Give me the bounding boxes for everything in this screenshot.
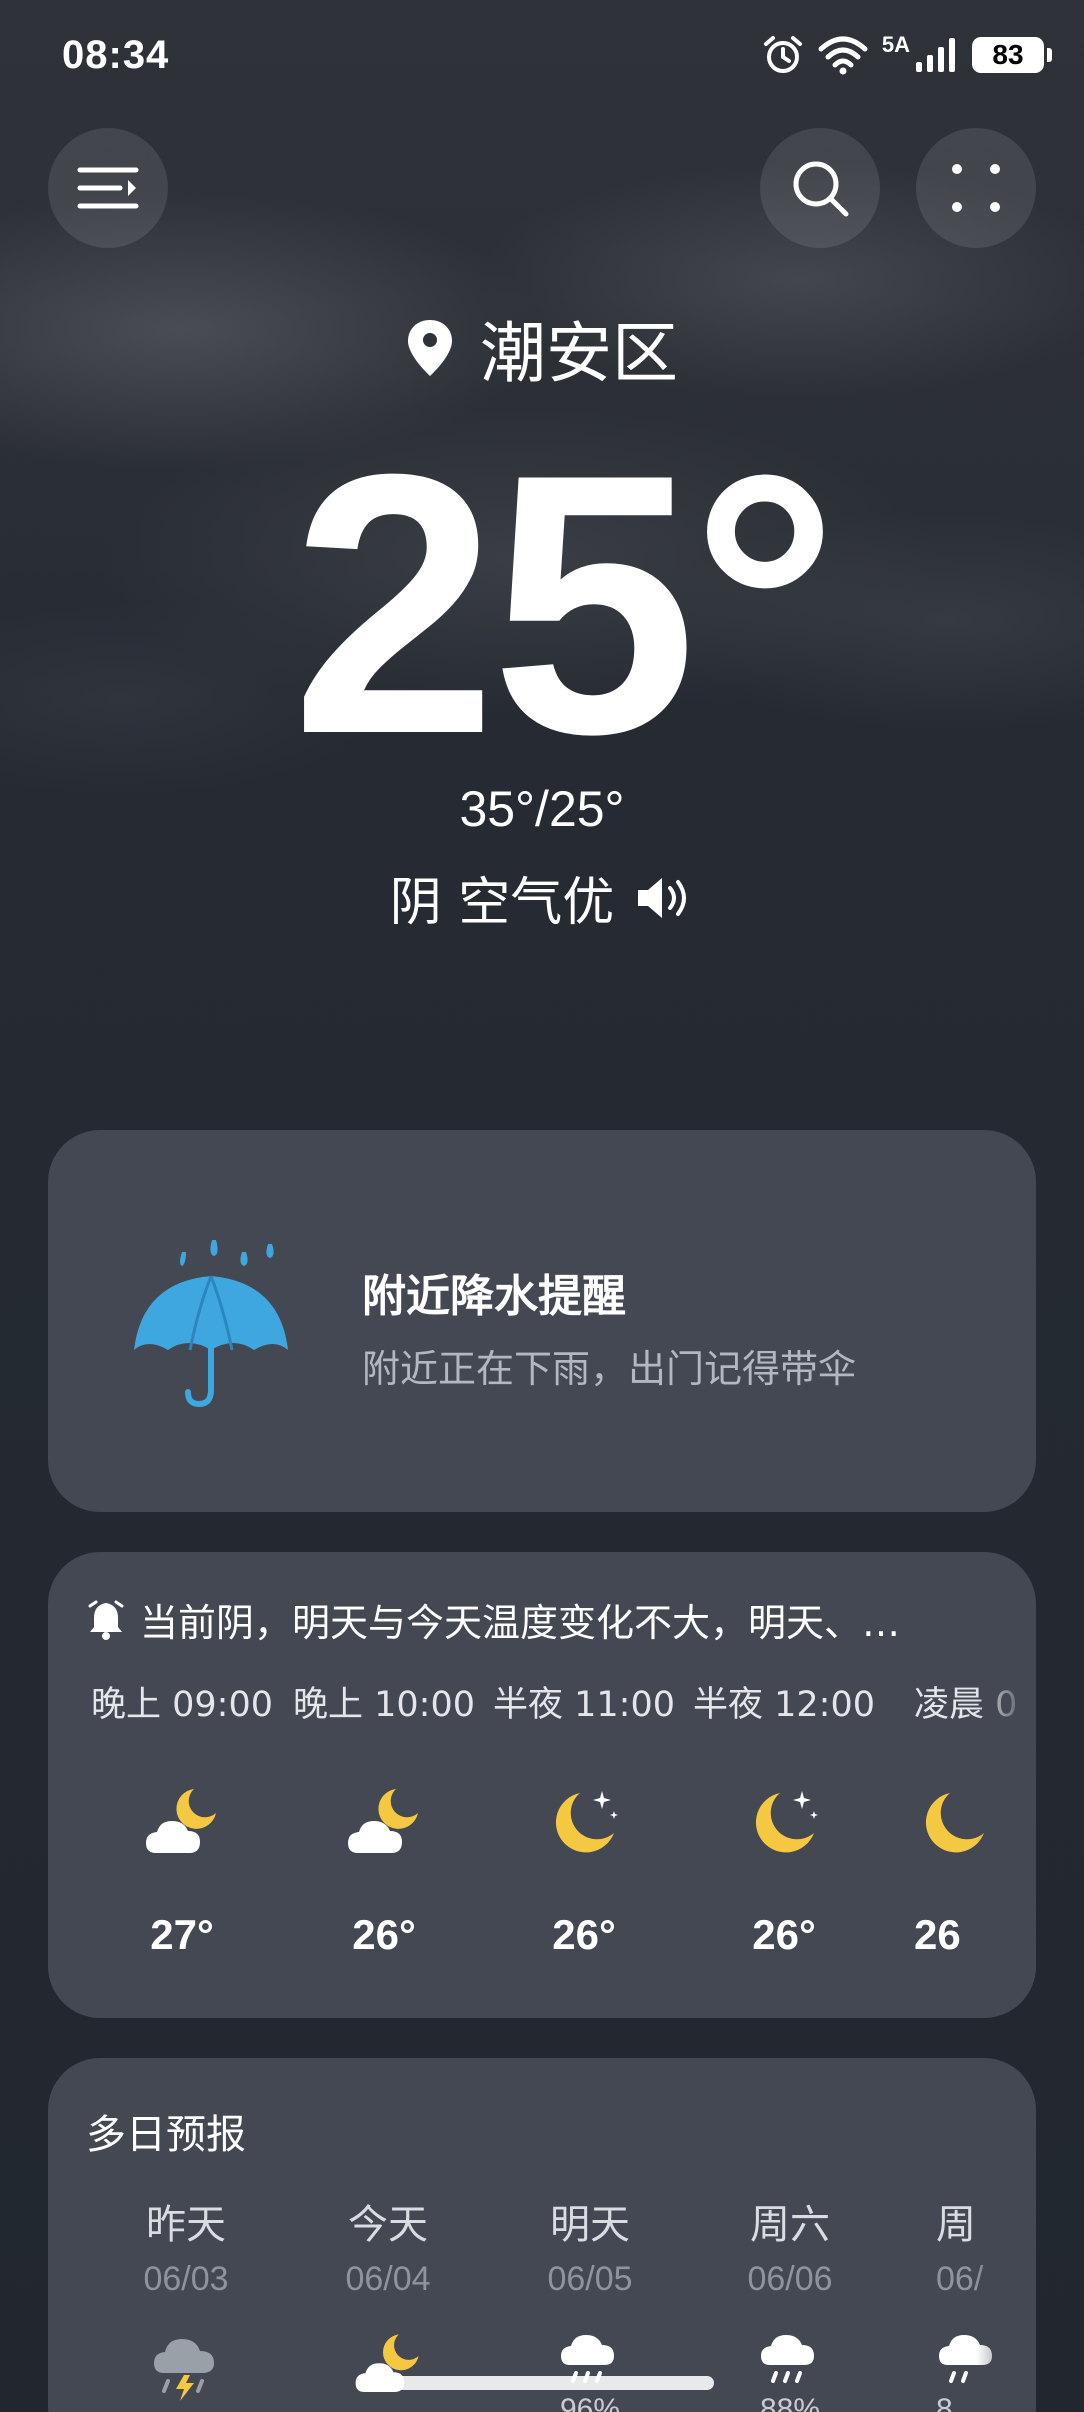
weather-condition: 阴 空气优	[0, 860, 1084, 935]
hour-time: 半夜 11:00	[493, 1685, 675, 1725]
hourly-item: 半夜 11:00 26°	[484, 1676, 684, 1959]
hour-time: 半夜 12:00	[693, 1685, 875, 1725]
day-date: 06/04	[345, 2260, 431, 2298]
daily-forecast-card[interactable]: 多日预报 昨天 06/03 今天 06/04 明天 06/05 96% 周六 0…	[48, 2058, 1036, 2412]
moon-star-icon	[555, 1791, 618, 1853]
battery-indicator: 83	[972, 37, 1052, 73]
alert-subtitle: 附近正在下雨，出门记得带伞	[362, 1347, 857, 1391]
rain-icon	[761, 2335, 814, 2383]
location-name: 潮安区	[480, 315, 678, 392]
bell-icon	[88, 1600, 124, 1640]
hour-temp: 26°	[352, 1911, 416, 1958]
wifi-icon	[818, 36, 868, 75]
hourly-summary-text: 当前阴，明天与今天温度变化不大，明天、…	[140, 1601, 901, 1645]
network-type-label: 5A	[881, 32, 910, 57]
current-temperature: 25°	[291, 398, 839, 811]
daily-item[interactable]: 昨天 06/03	[86, 2192, 286, 2401]
alert-title: 附近降水提醒	[362, 1271, 626, 1322]
moon-cloud-icon	[355, 2334, 419, 2392]
status-time: 08:34	[62, 32, 170, 77]
hour-temp: 27°	[150, 1911, 214, 1958]
umbrella-rain-icon	[134, 1240, 288, 1408]
day-name: 昨天	[146, 2202, 226, 2248]
home-indicator[interactable]	[370, 2376, 714, 2390]
condition-text: 阴 空气优	[389, 873, 615, 933]
hour-time: 晚上 09:00	[91, 1685, 273, 1725]
moon-cloud-icon	[348, 1789, 418, 1853]
hourly-item: 半夜 12:00 26°	[684, 1676, 884, 1959]
hourly-item: 晚上 10:00 26°	[284, 1676, 484, 1959]
hour-time: 晚上 10:00	[293, 1685, 475, 1725]
location-header[interactable]: 潮安区	[0, 300, 1084, 396]
hour-temp: 26°	[752, 1911, 816, 1958]
more-options-button[interactable]	[916, 128, 1036, 248]
hourly-forecast-card[interactable]: 当前阴，明天与今天温度变化不大，明天、… 晚上 09:00 27° 晚上 10:…	[48, 1552, 1036, 2018]
moon-star-icon	[755, 1791, 818, 1853]
day-name: 明天	[550, 2202, 630, 2248]
status-bar: 08:34 5A 83	[0, 0, 1084, 110]
day-date: 06/05	[547, 2260, 633, 2298]
search-icon	[793, 161, 849, 217]
day-name: 周六	[750, 2202, 830, 2248]
thunderstorm-icon	[154, 2339, 214, 2401]
day-precip-prob: 96%	[559, 2393, 621, 2412]
daily-item[interactable]: 今天 06/04	[288, 2192, 488, 2393]
daily-forecast-title: 多日预报	[86, 2112, 246, 2158]
menu-button[interactable]	[48, 128, 168, 248]
menu-icon	[77, 167, 139, 209]
hourly-summary: 当前阴，明天与今天温度变化不大，明天、…	[88, 1592, 1008, 1647]
hour-temp: 26°	[552, 1911, 616, 1958]
day-date: 06/06	[747, 2260, 833, 2298]
high-low-temperature: 35°/25°	[459, 781, 625, 837]
day-date: 06/03	[143, 2260, 229, 2298]
cell-signal-icon	[916, 38, 955, 72]
dots-grid-icon	[952, 164, 1000, 212]
search-button[interactable]	[760, 128, 880, 248]
scroll-fade	[976, 1662, 1036, 2002]
moon-cloud-icon	[146, 1789, 216, 1853]
scroll-fade	[976, 2178, 1036, 2412]
daily-item[interactable]: 周六 06/06 88%	[690, 2192, 890, 2412]
speaker-icon[interactable]	[634, 874, 694, 922]
precipitation-alert-card[interactable]: 附近降水提醒 附近正在下雨，出门记得带伞	[48, 1130, 1036, 1512]
day-name: 今天	[348, 2202, 428, 2248]
status-icons: 5A 83	[762, 32, 1052, 76]
day-precip-prob: 88%	[759, 2393, 821, 2412]
location-pin-icon	[408, 320, 452, 376]
hourly-item: 晚上 09:00 27°	[82, 1676, 282, 1959]
alarm-icon	[763, 36, 802, 73]
